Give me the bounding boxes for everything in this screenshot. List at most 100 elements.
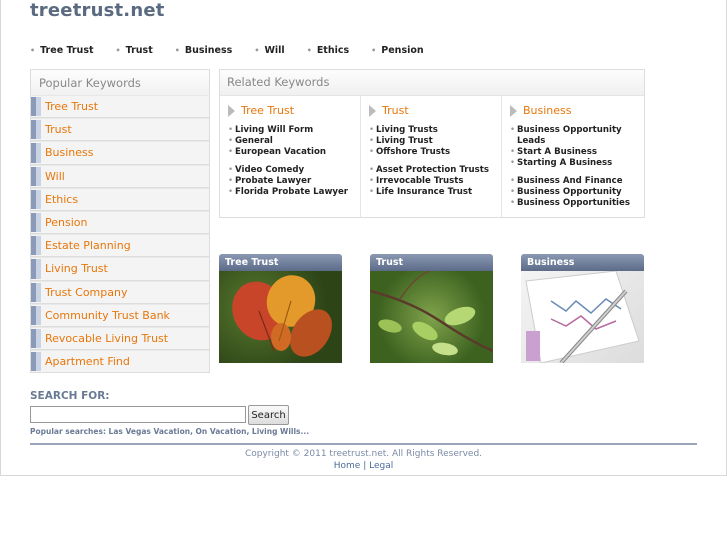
popular-keyword-label: Living Trust — [45, 262, 108, 276]
related-link[interactable]: • Living Trust — [369, 136, 501, 147]
topnav-item-will[interactable]: • Will — [254, 45, 284, 56]
popular-keyword-item[interactable]: Trust Company — [30, 280, 210, 304]
related-link-label: Starting A Business — [517, 158, 613, 168]
keyword-marker-icon — [31, 305, 41, 325]
related-link[interactable]: • Video Comedy — [228, 165, 360, 176]
related-column: Tree Trust • Living Will Form • General • E… — [220, 96, 361, 218]
thumb-caption: Business — [521, 254, 644, 271]
related-link[interactable]: • Life Insurance Trust — [369, 187, 501, 198]
topnav-item-ethics[interactable]: • Ethics — [307, 45, 349, 56]
popular-keywords-title: Popular Keywords — [30, 69, 210, 95]
related-column: Business • Business Opportunity Leads • St… — [502, 96, 643, 218]
related-link-list: • Living Trusts • Living Trust • Offshore T… — [369, 125, 501, 198]
keyword-marker-icon — [31, 212, 41, 233]
related-link[interactable]: • Probate Lawyer — [228, 176, 360, 187]
search-label: SEARCH FOR: — [30, 390, 110, 402]
related-link-list: • Business Opportunity Leads • Start A Bus… — [510, 125, 643, 209]
related-link-label: Business Opportunity Leads — [517, 125, 622, 146]
plant-branch-image[interactable] — [370, 271, 493, 363]
related-link[interactable]: • Business Opportunity Leads — [510, 125, 643, 147]
related-link[interactable]: • Living Trusts — [369, 125, 501, 136]
related-link[interactable]: • General — [228, 136, 360, 147]
bullet-icon: • — [510, 176, 516, 186]
triangle-right-icon — [228, 104, 235, 117]
related-link[interactable]: • Starting A Business — [510, 158, 643, 169]
bullet-icon: • — [510, 147, 516, 157]
topnav-label: Pension — [381, 45, 424, 56]
popular-keyword-label: Will — [45, 169, 65, 183]
popular-keyword-item[interactable]: Trust — [30, 118, 210, 142]
popular-keyword-label: Trust Company — [45, 285, 128, 299]
bullet-icon: • — [371, 46, 377, 55]
bullet-icon: • — [369, 176, 375, 186]
site-logo[interactable]: treetrust.net — [30, 0, 165, 21]
popular-searches-links[interactable]: Popular searches: Las Vegas Vacation, On… — [30, 427, 309, 436]
popular-keyword-item[interactable]: Pension — [30, 210, 210, 235]
related-link[interactable]: • Asset Protection Trusts — [369, 165, 501, 176]
related-link[interactable]: • Living Will Form — [228, 125, 360, 136]
related-link[interactable]: • Irrevocable Trusts — [369, 176, 501, 187]
bullet-icon: • — [228, 147, 234, 157]
related-column-title[interactable]: Trust — [369, 104, 501, 117]
copyright-text: Copyright © 2011 treetrust.net. All Righ… — [244, 449, 483, 459]
related-link-label: Business Opportunity — [517, 187, 622, 197]
related-link[interactable]: • Business Opportunities — [510, 198, 643, 209]
popular-keyword-item[interactable]: Tree Trust — [30, 95, 210, 119]
popular-keyword-item[interactable]: Business — [30, 141, 210, 165]
footer-legal-link[interactable]: Legal — [369, 461, 393, 471]
popular-keyword-label: Trust — [45, 123, 72, 137]
related-link[interactable]: • Florida Probate Lawyer — [228, 187, 360, 198]
related-link[interactable]: • Start A Business — [510, 147, 643, 158]
related-column-title[interactable]: Business — [510, 104, 643, 117]
thumb-caption: Trust — [370, 254, 493, 271]
keyword-marker-icon — [31, 352, 41, 372]
autumn-leaves-image[interactable] — [219, 271, 342, 363]
thumb-tree-trust[interactable]: Tree Trust — [219, 254, 342, 363]
bullet-icon: • — [228, 176, 234, 186]
related-link[interactable]: • Offshore Trusts — [369, 147, 501, 158]
related-link-label: European Vacation — [235, 147, 326, 157]
related-link-label: Living Trusts — [376, 125, 438, 135]
related-link[interactable]: • Business Opportunity — [510, 187, 643, 198]
related-link-label: Start A Business — [517, 147, 597, 157]
related-link-label: Life Insurance Trust — [376, 187, 473, 197]
popular-keyword-item[interactable]: Revocable Living Trust — [30, 326, 210, 351]
related-link[interactable]: • Business And Finance — [510, 176, 643, 187]
thumb-trust[interactable]: Trust — [370, 254, 493, 363]
topnav-label: Trust — [125, 45, 153, 56]
business-chart-image[interactable] — [521, 271, 644, 363]
popular-keyword-item[interactable]: Will — [30, 164, 210, 188]
related-link[interactable]: • European Vacation — [228, 147, 360, 158]
search-input[interactable] — [30, 406, 246, 423]
popular-keyword-item[interactable]: Estate Planning — [30, 234, 210, 258]
related-column-title[interactable]: Tree Trust — [228, 104, 360, 117]
popular-keyword-item[interactable]: Community Trust Bank — [30, 303, 210, 327]
search-button[interactable]: Search — [248, 405, 289, 425]
chart-pen-icon — [525, 271, 640, 363]
popular-keyword-item[interactable]: Ethics — [30, 187, 210, 211]
footer-divider — [30, 443, 697, 445]
topnav-item-pension[interactable]: • Pension — [371, 45, 424, 56]
related-columns: Tree Trust • Living Will Form • General • E… — [220, 96, 644, 218]
keyword-marker-icon — [31, 143, 41, 163]
bullet-icon: • — [254, 46, 260, 55]
bullet-icon: • — [510, 158, 516, 168]
popular-keyword-item[interactable]: Apartment Find — [30, 350, 210, 374]
related-column-label: Trust — [382, 104, 409, 117]
topnav-item-tree-trust[interactable]: • Tree Trust — [30, 45, 94, 56]
thumb-business[interactable]: Business — [521, 254, 644, 363]
topnav-label: Ethics — [316, 45, 350, 56]
popular-keyword-label: Community Trust Bank — [45, 308, 170, 322]
keyword-marker-icon — [31, 120, 41, 140]
bullet-icon: • — [510, 198, 516, 208]
bullet-icon: • — [369, 187, 375, 197]
bullet-icon: • — [115, 46, 121, 55]
popular-keyword-item[interactable]: Living Trust — [30, 257, 210, 281]
popular-keyword-label: Ethics — [45, 192, 79, 206]
topnav-item-trust[interactable]: • Trust — [116, 45, 153, 56]
popular-keyword-label: Apartment Find — [45, 355, 130, 369]
keyword-marker-icon — [31, 236, 41, 256]
topnav-item-business[interactable]: • Business — [175, 45, 233, 56]
footer-home-link[interactable]: Home — [334, 461, 361, 471]
triangle-right-icon — [369, 104, 376, 117]
